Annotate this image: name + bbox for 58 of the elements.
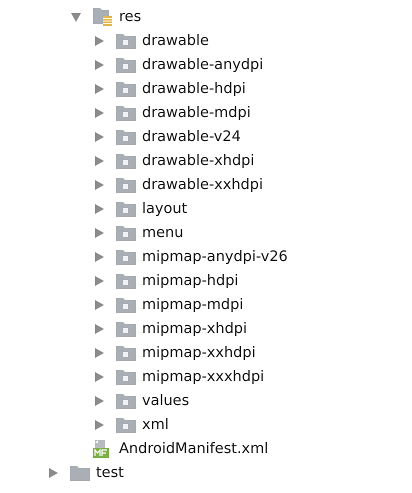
- folder-icon: [116, 297, 136, 313]
- folder-icon: [116, 33, 136, 49]
- expand-arrow-icon[interactable]: [93, 35, 105, 47]
- folder-icon: [116, 129, 136, 145]
- expand-arrow-icon[interactable]: [93, 251, 105, 263]
- folder-name[interactable]: res: [119, 9, 142, 25]
- folder-name[interactable]: mipmap-hdpi: [142, 273, 238, 289]
- expand-arrow-icon[interactable]: [93, 323, 105, 335]
- folder-name[interactable]: mipmap-xxxhdpi: [142, 369, 264, 385]
- folder-icon: [116, 273, 136, 289]
- folder-name[interactable]: mipmap-xhdpi: [142, 321, 248, 337]
- folder-name[interactable]: mipmap-xxhdpi: [142, 345, 256, 361]
- folder-icon: [116, 57, 136, 73]
- folder-icon: [116, 417, 136, 433]
- folder-icon: [116, 105, 136, 121]
- file-name[interactable]: AndroidManifest.xml: [119, 441, 268, 457]
- folder-name[interactable]: drawable-hdpi: [142, 81, 246, 97]
- expand-arrow-icon[interactable]: [93, 107, 105, 119]
- collapse-arrow-icon[interactable]: [70, 11, 82, 23]
- folder-name[interactable]: drawable-v24: [142, 129, 241, 145]
- folder-icon: [116, 153, 136, 169]
- folder-icon: [116, 177, 136, 193]
- folder-name[interactable]: xml: [142, 417, 169, 433]
- expand-arrow-icon[interactable]: [93, 179, 105, 191]
- folder-icon: [116, 345, 136, 361]
- expand-arrow-icon[interactable]: [93, 227, 105, 239]
- folder-name[interactable]: layout: [142, 201, 188, 217]
- folder-name[interactable]: drawable-mdpi: [142, 105, 251, 121]
- expand-arrow-icon[interactable]: [47, 467, 59, 479]
- expand-arrow-icon[interactable]: [93, 275, 105, 287]
- folder-name[interactable]: drawable-xhdpi: [142, 153, 254, 169]
- folder-name[interactable]: mipmap-anydpi-v26: [142, 249, 288, 265]
- folder-name[interactable]: drawable: [142, 33, 209, 49]
- folder-name[interactable]: test: [96, 465, 124, 481]
- folder-icon: [116, 81, 136, 97]
- folder-icon: [116, 225, 136, 241]
- expand-arrow-icon[interactable]: [93, 371, 105, 383]
- folder-icon: [116, 249, 136, 265]
- expand-arrow-icon[interactable]: [93, 203, 105, 215]
- expand-arrow-icon[interactable]: [93, 59, 105, 71]
- folder-name[interactable]: mipmap-mdpi: [142, 297, 244, 313]
- expand-arrow-icon[interactable]: [93, 131, 105, 143]
- folder-icon: [116, 369, 136, 385]
- folder-icon: [116, 201, 136, 217]
- folder-name[interactable]: drawable-anydpi: [142, 57, 264, 73]
- folder-name[interactable]: values: [142, 393, 190, 409]
- expand-arrow-icon[interactable]: [93, 155, 105, 167]
- resource-folder-icon: [93, 8, 113, 26]
- folder-icon: [116, 321, 136, 337]
- expand-arrow-icon[interactable]: [93, 347, 105, 359]
- expand-arrow-icon[interactable]: [93, 299, 105, 311]
- expand-arrow-icon[interactable]: [93, 83, 105, 95]
- folder-icon: [116, 393, 136, 409]
- expand-arrow-icon[interactable]: [93, 419, 105, 431]
- folder-name[interactable]: menu: [142, 225, 184, 241]
- folder-name[interactable]: drawable-xxhdpi: [142, 177, 263, 193]
- expand-arrow-icon[interactable]: [93, 395, 105, 407]
- folder-icon: [70, 465, 90, 481]
